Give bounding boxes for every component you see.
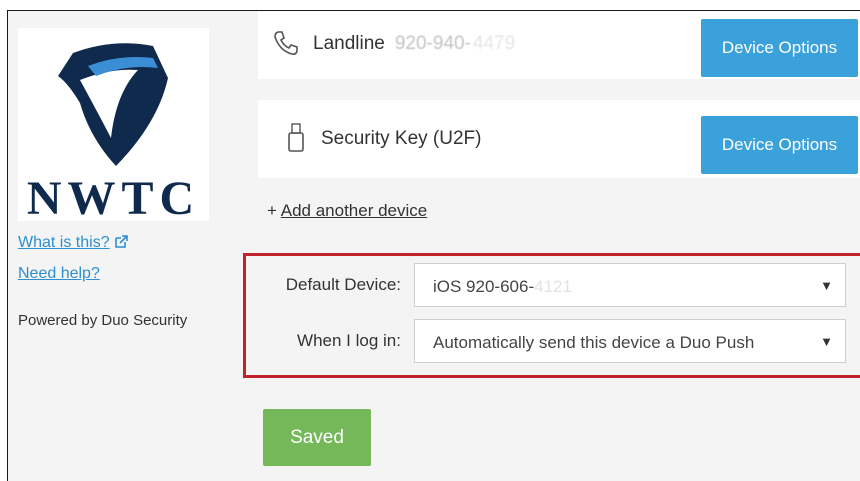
what-is-this-label: What is this? bbox=[18, 234, 110, 251]
landline-label: Landline 920-940- 4479 bbox=[313, 33, 515, 55]
phone-icon bbox=[272, 29, 300, 62]
plus-icon: + bbox=[267, 201, 277, 220]
chevron-down-icon: ▼ bbox=[820, 278, 833, 293]
device-type: Landline bbox=[313, 33, 385, 54]
shield-logo-icon bbox=[58, 43, 168, 166]
need-help-link[interactable]: Need help? bbox=[18, 265, 100, 283]
device-number-blurred: 4479 bbox=[472, 33, 516, 54]
saved-button[interactable]: Saved bbox=[263, 409, 371, 466]
device-number: 920-940- bbox=[394, 33, 471, 54]
add-device-link[interactable]: + Add another device bbox=[267, 201, 427, 221]
default-device-label: Default Device: bbox=[285, 275, 401, 294]
nwtc-logo: NWTC bbox=[18, 28, 209, 225]
external-link-icon bbox=[114, 235, 128, 254]
duo-settings-frame: NWTC What is this? Need help? Powered by… bbox=[7, 10, 860, 481]
powered-by-text: Powered by Duo Security bbox=[18, 312, 188, 329]
what-is-this-link[interactable]: What is this? bbox=[18, 234, 128, 254]
device-options-button-landline[interactable]: Device Options bbox=[701, 19, 858, 77]
logo-text: NWTC bbox=[26, 172, 201, 225]
login-label: When I log in: bbox=[297, 331, 401, 350]
device-row-security-key: Security Key (U2F) Device Options bbox=[258, 100, 860, 178]
device-options-button-security-key[interactable]: Device Options bbox=[701, 116, 858, 174]
default-device-select[interactable]: iOS 920-606-4121 ▼ bbox=[414, 263, 846, 307]
device-row-landline: Landline 920-940- 4479 Device Options bbox=[258, 11, 860, 79]
security-key-label: Security Key (U2F) bbox=[321, 128, 482, 149]
sidebar: NWTC What is this? Need help? Powered by… bbox=[8, 11, 236, 481]
login-action-select[interactable]: Automatically send this device a Duo Pus… bbox=[414, 319, 846, 363]
login-action-value: Automatically send this device a Duo Pus… bbox=[433, 333, 755, 352]
add-device-label: Add another device bbox=[280, 201, 428, 220]
usb-key-icon bbox=[286, 122, 306, 159]
default-device-value: iOS 920-606-4121 bbox=[433, 277, 572, 296]
device-settings-highlight: Default Device: iOS 920-606-4121 ▼ When … bbox=[243, 253, 860, 378]
chevron-down-icon: ▼ bbox=[820, 334, 833, 349]
